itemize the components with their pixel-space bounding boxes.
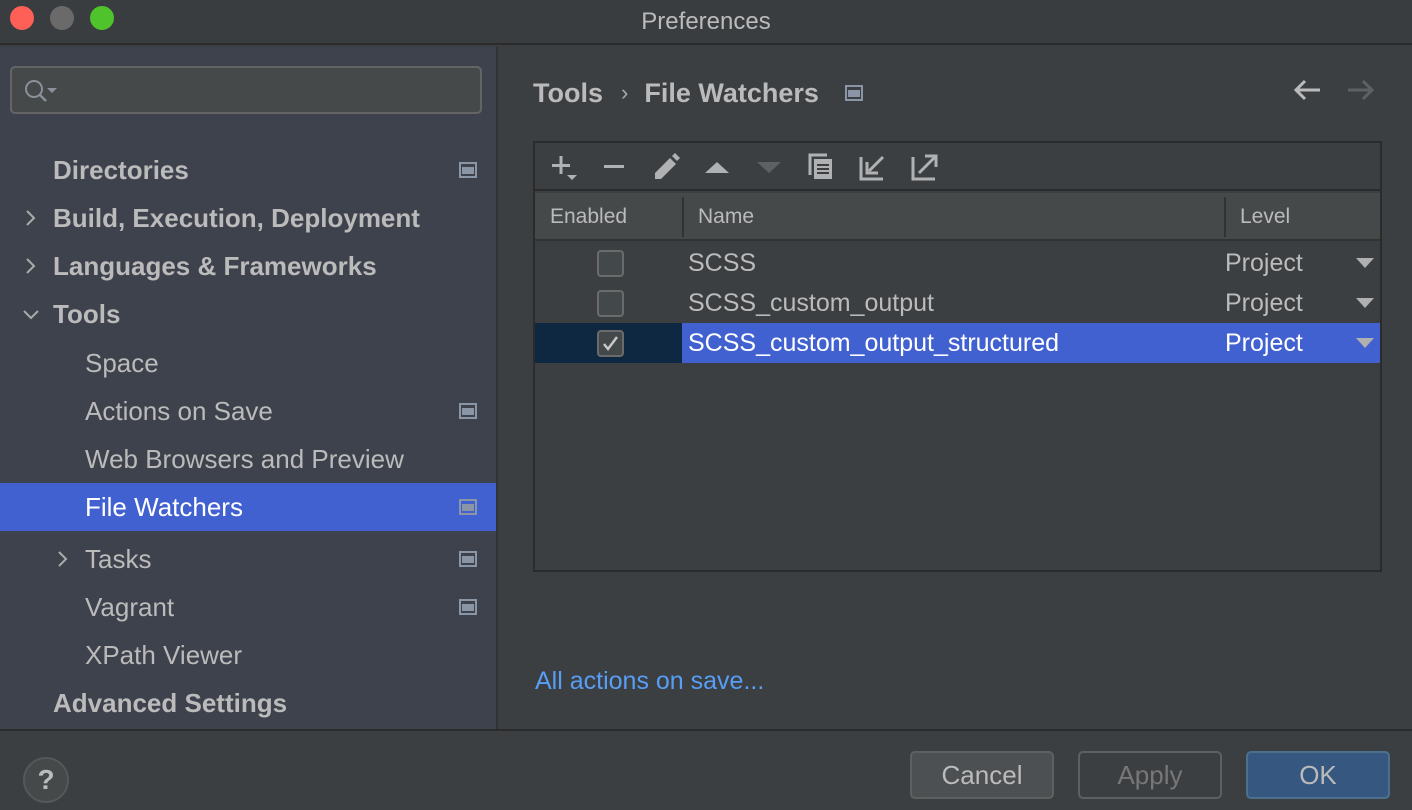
table-row[interactable]: SCSS_custom_output Project <box>535 283 1380 323</box>
sidebar-item-label: Directories <box>53 154 189 185</box>
project-level-icon <box>844 85 863 101</box>
sidebar-item-advanced-settings[interactable]: Advanced Settings <box>0 679 496 727</box>
cancel-button[interactable]: Cancel <box>910 751 1054 799</box>
column-divider[interactable] <box>1224 197 1226 237</box>
import-icon[interactable] <box>857 151 889 183</box>
sidebar-item-label: Vagrant <box>85 591 175 622</box>
chevron-down-icon[interactable] <box>21 304 41 324</box>
dropdown-arrow-icon[interactable] <box>1356 258 1374 268</box>
forward-arrow-icon[interactable] <box>1346 77 1376 103</box>
project-level-icon <box>459 499 477 515</box>
sidebar-item-label: Advanced Settings <box>53 687 288 718</box>
sidebar-item-label: File Watchers <box>85 491 243 522</box>
sidebar-item-label: Build, Execution, Deployment <box>53 202 420 233</box>
sidebar-item-label: XPath Viewer <box>85 639 243 670</box>
enabled-checkbox[interactable] <box>597 330 624 357</box>
level-dropdown[interactable]: Project <box>1225 283 1380 323</box>
table-toolbar <box>535 143 1380 191</box>
level-value: Project <box>1225 289 1303 317</box>
column-header-name[interactable]: Name <box>698 193 754 241</box>
breadcrumb-parent[interactable]: Tools <box>533 78 603 109</box>
project-level-icon <box>459 403 477 419</box>
remove-icon[interactable] <box>598 151 630 183</box>
breadcrumb: Tools › File Watchers <box>533 75 863 111</box>
level-dropdown[interactable]: Project <box>1225 243 1380 283</box>
chevron-right-icon[interactable] <box>21 256 41 276</box>
sidebar-item-build-execution-deployment[interactable]: Build, Execution, Deployment <box>0 194 496 242</box>
breadcrumb-current: File Watchers <box>644 77 819 108</box>
column-divider[interactable] <box>682 197 684 237</box>
help-button[interactable]: ? <box>23 757 69 803</box>
back-arrow-icon[interactable] <box>1292 77 1322 103</box>
level-value: Project <box>1225 249 1303 277</box>
sidebar-item-xpath-viewer[interactable]: XPath Viewer <box>0 631 496 679</box>
window-title: Preferences <box>641 8 771 35</box>
chevron-right-icon[interactable] <box>21 208 41 228</box>
edit-icon[interactable] <box>649 151 681 183</box>
sidebar-item-label: Actions on Save <box>85 395 273 426</box>
settings-sidebar: Directories Build, Execution, Deployment L… <box>0 47 498 729</box>
watcher-name: SCSS <box>688 248 757 277</box>
sidebar-item-file-watchers[interactable]: File Watchers <box>0 483 496 531</box>
move-down-icon[interactable] <box>753 151 785 183</box>
enabled-checkbox[interactable] <box>597 290 624 317</box>
watcher-name: SCSS_custom_output <box>688 288 934 317</box>
sidebar-item-label: Tools <box>53 298 121 329</box>
sidebar-item-label: Web Browsers and Preview <box>85 443 404 474</box>
sidebar-item-actions-on-save[interactable]: Actions on Save <box>0 387 496 435</box>
checkmark-icon <box>603 336 618 352</box>
dialog-footer: ? Cancel Apply OK <box>0 729 1412 810</box>
ok-button[interactable]: OK <box>1246 751 1390 799</box>
sidebar-item-space[interactable]: Space <box>0 339 496 387</box>
sidebar-item-languages-frameworks[interactable]: Languages & Frameworks <box>0 242 496 290</box>
sidebar-item-label: Languages & Frameworks <box>53 250 377 281</box>
level-value: Project <box>1225 329 1303 357</box>
level-dropdown[interactable]: Project <box>1225 323 1380 363</box>
search-field[interactable] <box>10 66 482 114</box>
search-input[interactable] <box>62 74 462 106</box>
sidebar-item-label: Space <box>85 347 159 378</box>
help-icon: ? <box>37 764 55 795</box>
sidebar-item-tools[interactable]: Tools <box>0 290 496 338</box>
sidebar-item-web-browsers-and-preview[interactable]: Web Browsers and Preview <box>0 435 496 483</box>
enabled-cell <box>535 323 682 363</box>
sidebar-item-label: Tasks <box>85 543 152 574</box>
project-level-icon <box>459 599 477 615</box>
table-row[interactable]: SCSS Project <box>535 243 1380 283</box>
title-bar: Preferences <box>0 0 1412 45</box>
table-header: Enabled Name Level <box>535 193 1380 241</box>
dropdown-arrow-icon[interactable] <box>1356 298 1374 308</box>
apply-button[interactable]: Apply <box>1078 751 1222 799</box>
column-header-enabled[interactable]: Enabled <box>550 193 627 241</box>
enabled-cell <box>535 243 682 283</box>
sidebar-item-tasks[interactable]: Tasks <box>0 535 496 583</box>
watcher-name: SCSS_custom_output_structured <box>682 323 1225 363</box>
project-level-icon <box>459 162 477 178</box>
chevron-right-icon[interactable] <box>53 549 73 569</box>
all-actions-on-save-link[interactable]: All actions on save... <box>535 667 764 696</box>
file-watchers-table-panel: Enabled Name Level SCSS Project SCSS_custo… <box>533 141 1382 572</box>
breadcrumb-separator: › <box>621 80 629 105</box>
table-row[interactable]: SCSS_custom_output_structured Project <box>535 323 1380 363</box>
column-header-level[interactable]: Level <box>1240 193 1290 241</box>
content-panel: Tools › File Watchers Enabled Name Level… <box>500 47 1412 729</box>
project-level-icon <box>459 551 477 567</box>
search-icon <box>25 80 57 102</box>
dropdown-arrow-icon[interactable] <box>1356 338 1374 348</box>
sidebar-item-vagrant[interactable]: Vagrant <box>0 583 496 631</box>
enabled-checkbox[interactable] <box>597 250 624 277</box>
move-up-icon[interactable] <box>701 151 733 183</box>
export-icon[interactable] <box>909 151 941 183</box>
sidebar-item-directories[interactable]: Directories <box>0 146 496 194</box>
enabled-cell <box>535 283 682 323</box>
add-icon[interactable] <box>547 151 579 183</box>
copy-icon[interactable] <box>805 151 837 183</box>
